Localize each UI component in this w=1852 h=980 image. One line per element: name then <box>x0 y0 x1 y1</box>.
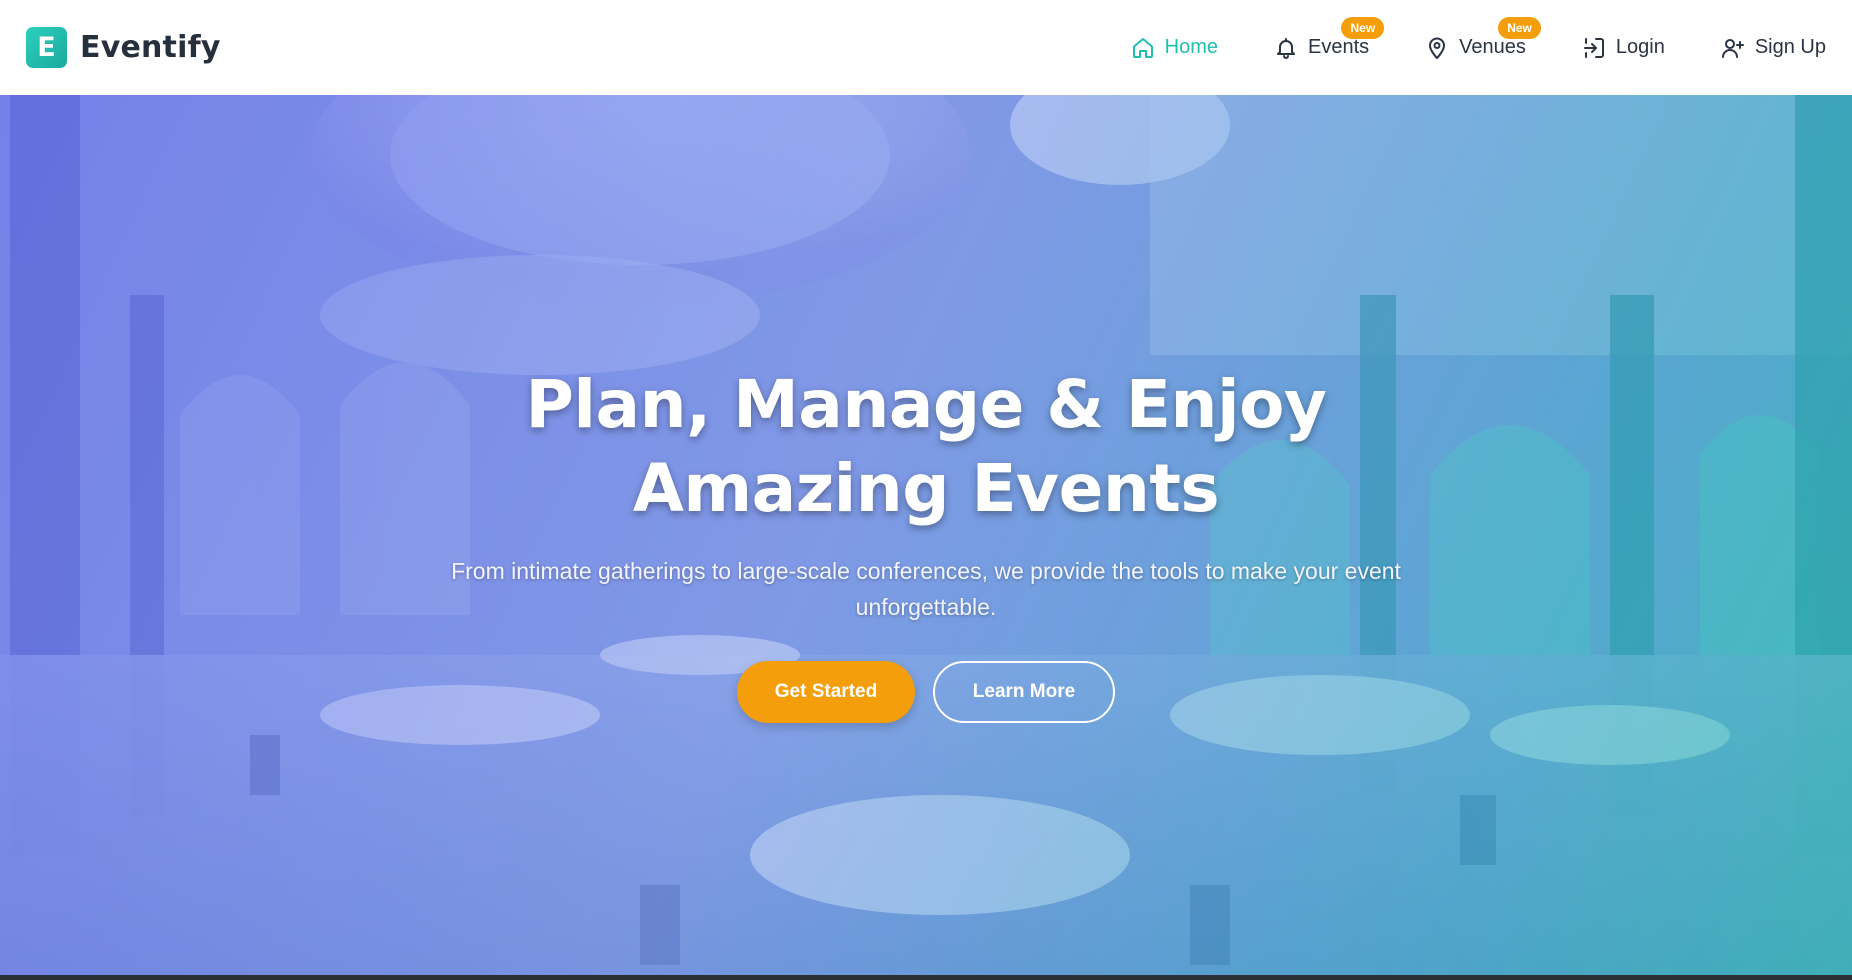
main-nav: Home Events New Venues New Login Sign Up <box>1075 0 1826 95</box>
nav-item-home[interactable]: Home <box>1131 28 1218 68</box>
brand-name: Eventify <box>80 30 221 65</box>
page-bottom-edge <box>0 975 1852 980</box>
nav-item-venues[interactable]: Venues New <box>1425 16 1541 68</box>
map-pin-icon <box>1425 36 1449 60</box>
hero-section: Plan, Manage & Enjoy Amazing Events From… <box>0 95 1852 975</box>
hero-title: Plan, Manage & Enjoy Amazing Events <box>476 363 1376 531</box>
hero-title-line2: Amazing Events <box>632 450 1220 527</box>
login-icon <box>1582 36 1606 60</box>
navbar: E Eventify Home Events New Venues New Lo… <box>0 0 1852 95</box>
nav-item-label: Home <box>1164 36 1219 58</box>
nav-item-signup[interactable]: Sign Up <box>1721 28 1826 68</box>
hero-actions: Get Started Learn More <box>0 661 1852 723</box>
user-plus-icon <box>1721 36 1745 60</box>
get-started-button[interactable]: Get Started <box>737 661 915 723</box>
nav-item-label: Venues <box>1459 36 1526 58</box>
hero-title-line1: Plan, Manage & Enjoy <box>525 366 1327 443</box>
brand-link[interactable]: E Eventify <box>26 27 221 68</box>
hero-content: Plan, Manage & Enjoy Amazing Events From… <box>0 363 1852 723</box>
nav-item-label: Events <box>1308 36 1370 58</box>
bell-icon <box>1274 36 1298 60</box>
nav-item-label: Login <box>1615 36 1665 58</box>
new-badge: New <box>1498 16 1541 39</box>
hero-subtitle: From intimate gatherings to large-scale … <box>451 558 1401 620</box>
brand-logo-icon: E <box>26 27 67 68</box>
new-badge: New <box>1341 16 1385 39</box>
nav-item-label: Sign Up <box>1754 36 1826 58</box>
home-icon <box>1131 36 1155 60</box>
learn-more-button[interactable]: Learn More <box>933 661 1115 723</box>
nav-item-events[interactable]: Events New <box>1274 16 1385 68</box>
nav-item-login[interactable]: Login <box>1582 28 1665 68</box>
